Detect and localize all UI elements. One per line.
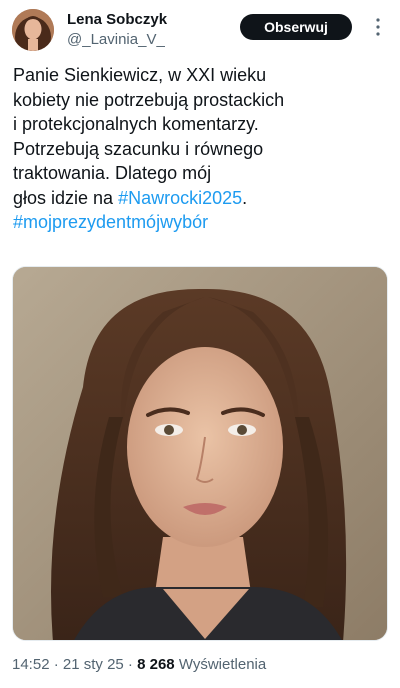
tweet-text: Panie Sienkiewicz, w XXI wieku kobiety ni… [13, 63, 393, 235]
tweet-text-line: Potrzebują szacunku i równego [13, 137, 393, 162]
tweet-text-line: i protekcjonalnych komentarzy. [13, 112, 393, 137]
tweet-text-line: głos idzie na #Nawrocki2025. [13, 186, 393, 211]
tweet-text-segment: głos idzie na [13, 187, 119, 208]
tweet-text-segment: Potrzebują szacunku i równego [13, 138, 264, 159]
user-handle[interactable]: @_Lavinia_V_ [67, 30, 167, 50]
meta-separator: · [123, 656, 138, 673]
display-name[interactable]: Lena Sobczyk [67, 10, 167, 29]
views-label: Wyświetlenia [174, 656, 267, 673]
user-info[interactable]: Lena Sobczyk @_Lavinia_V_ [67, 10, 167, 50]
tweet-text-segment: kobiety nie potrzebują prostackich [13, 89, 285, 110]
tweet-photo[interactable] [12, 266, 388, 641]
meta-separator: · [49, 656, 63, 673]
tweet-text-segment: traktowania. Dlatego mój [13, 163, 212, 183]
views-count: 8 268 [137, 656, 175, 673]
tweet-header: Lena Sobczyk @_Lavinia_V_ Obserwuj [0, 0, 400, 60]
tweet-date[interactable]: 21 sty 25 [63, 656, 124, 673]
tweet-text-line: traktowania. Dlatego mój [13, 161, 393, 186]
tweet-text-line: Panie Sienkiewicz, w XXI wieku [13, 63, 393, 88]
tweet-meta: 14:52 · 21 sty 25 · 8 268 Wyświetlenia [12, 655, 266, 675]
tweet-text-line: kobiety nie potrzebują prostackich [13, 88, 393, 113]
hashtag-link[interactable]: #mojprezydentmójwybór [13, 212, 208, 232]
tweet-text-line: #mojprezydentmójwybór [13, 210, 393, 235]
tweet-text-segment: i protekcjonalnych komentarzy. [13, 114, 259, 134]
tweet-text-segment: . [242, 187, 248, 208]
avatar[interactable] [12, 9, 54, 51]
tweet-text-segment: Panie Sienkiewicz, w XXI wieku [13, 65, 267, 85]
follow-button[interactable]: Obserwuj [240, 14, 352, 40]
more-vertical-icon[interactable] [370, 16, 386, 38]
hashtag-link[interactable]: #Nawrocki2025 [118, 188, 242, 208]
tweet-time[interactable]: 14:52 [12, 656, 50, 673]
